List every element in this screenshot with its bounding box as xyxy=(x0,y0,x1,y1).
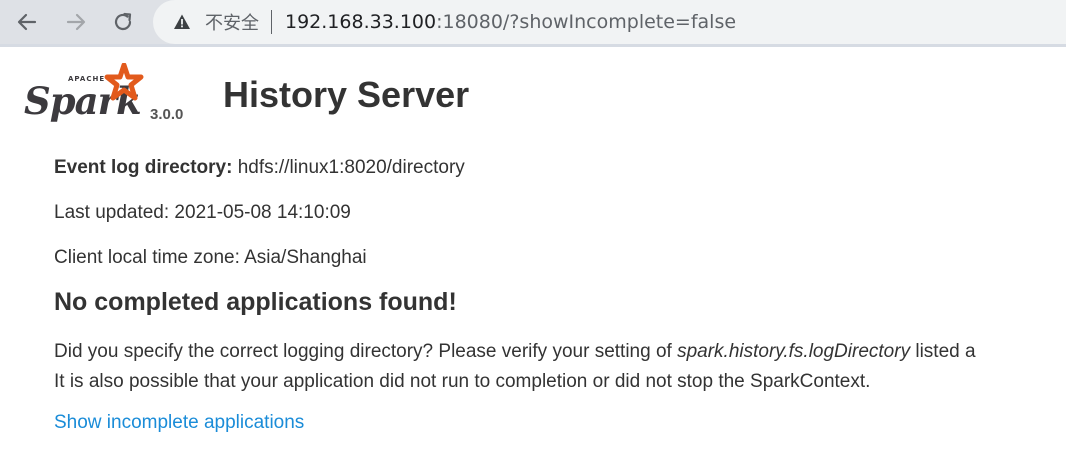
address-bar[interactable]: 不安全 192.168.33.100:18080/?showIncomplete… xyxy=(153,0,1066,44)
show-incomplete-link[interactable]: Show incomplete applications xyxy=(54,412,304,434)
back-button[interactable] xyxy=(10,5,44,39)
last-updated: Last updated: 2021-05-08 14:10:09 xyxy=(54,202,351,223)
forward-arrow-icon xyxy=(66,13,86,31)
client-timezone: Client local time zone: Asia/Shanghai xyxy=(54,247,367,268)
url-path[interactable]: :18080/?showIncomplete=false xyxy=(436,11,736,33)
warning-triangle-icon[interactable] xyxy=(173,13,191,31)
back-arrow-icon xyxy=(17,13,37,31)
log-directory-config: spark.history.fs.logDirectory xyxy=(677,341,911,362)
spark-logo[interactable]: APACHE Spark xyxy=(24,63,144,129)
omnibox-divider xyxy=(271,10,272,34)
no-applications-heading: No completed applications found! xyxy=(54,288,457,316)
page-content: APACHE Spark 3.0.0 History Server Event … xyxy=(0,47,1066,472)
spark-star-icon xyxy=(104,63,144,101)
help-line1-text: Did you specify the correct logging dire… xyxy=(54,341,678,362)
browser-toolbar: 不安全 192.168.33.100:18080/?showIncomplete… xyxy=(0,0,1066,44)
url-host[interactable]: 192.168.33.100 xyxy=(285,11,436,33)
event-log-directory: Event log directory: hdfs://linux1:8020/… xyxy=(54,157,465,179)
forward-button[interactable] xyxy=(59,5,93,39)
help-paragraph: Did you specify the correct logging dire… xyxy=(54,337,976,397)
reload-icon xyxy=(114,12,132,31)
spark-version: 3.0.0 xyxy=(150,106,184,123)
help-line2-text: It is also possible that your applicatio… xyxy=(54,371,871,392)
security-status-label[interactable]: 不安全 xyxy=(205,9,259,35)
reload-button[interactable] xyxy=(106,5,140,39)
help-line1-tail: listed a xyxy=(910,341,976,362)
event-log-label: Event log directory: xyxy=(54,157,233,178)
event-log-value: hdfs://linux1:8020/directory xyxy=(232,157,465,178)
page-title: History Server xyxy=(223,74,470,115)
